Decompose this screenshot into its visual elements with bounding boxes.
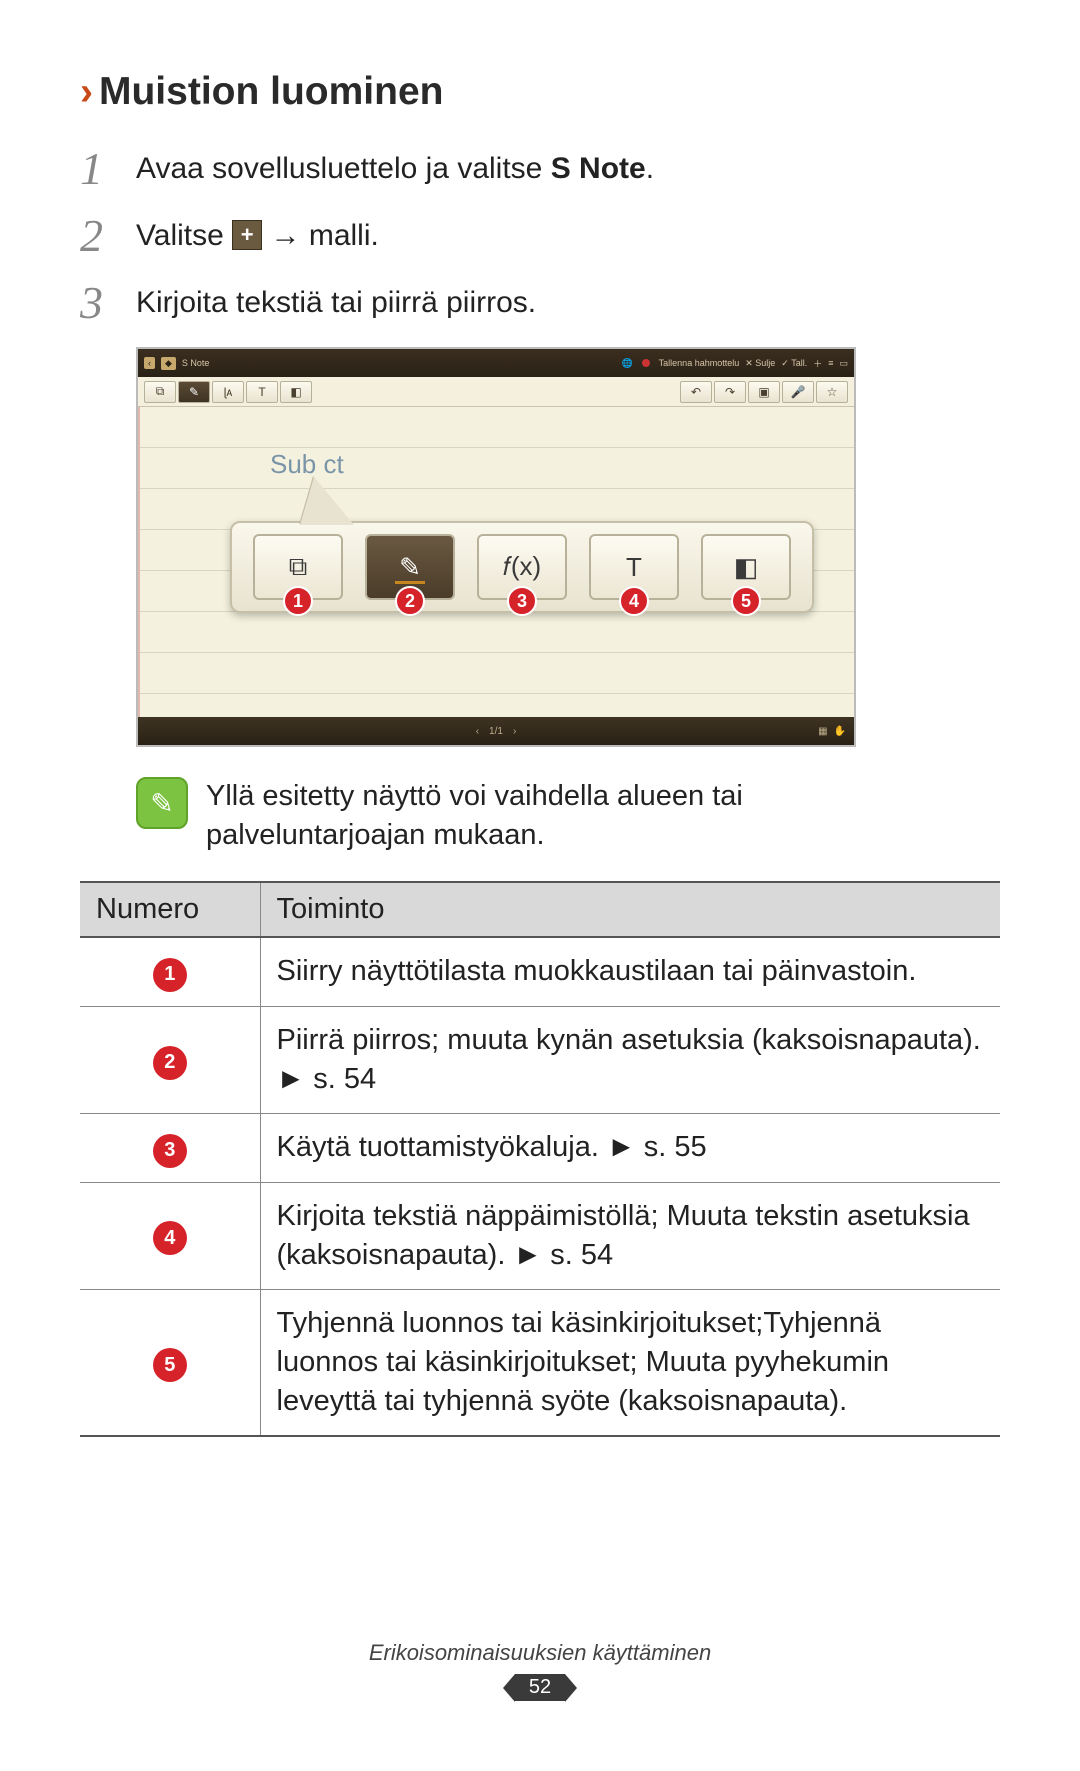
close-button[interactable]: ✕ Sulje <box>745 358 775 369</box>
next-page-icon[interactable]: › <box>513 726 516 737</box>
step-2: 2 Valitse + → malli. <box>80 209 1000 262</box>
pen-underline <box>395 581 425 584</box>
view-mode-icon[interactable]: ⧉ <box>144 381 176 403</box>
pager-label: 1/1 <box>489 726 503 737</box>
callout-1: 1 <box>283 586 313 616</box>
text-icon: T <box>626 552 642 583</box>
pen-button[interactable]: ✎ 2 <box>365 534 455 600</box>
app-bottombar: ‹ 1/1 › ▦ ✋ <box>138 717 854 745</box>
app-toolbar: ⧉ ✎ ɭᴀ T ◧ ↶ ↷ ▣ 🎤 ☆ <box>138 377 854 407</box>
mic-icon[interactable]: 🎤 <box>782 381 814 403</box>
window-icon[interactable]: ▭ <box>839 358 848 369</box>
star-icon[interactable]: ☆ <box>816 381 848 403</box>
row-badge: 3 <box>153 1134 187 1168</box>
app-name: S Note <box>182 358 210 368</box>
image-icon[interactable]: ▣ <box>748 381 780 403</box>
row-text: Kirjoita tekstiä näppäimistöllä; Muuta t… <box>260 1182 1000 1289</box>
globe-icon[interactable]: 🌐 <box>621 358 632 369</box>
subject-placeholder: Sub ct <box>270 449 344 480</box>
step-number: 2 <box>80 209 136 262</box>
row-text: Piirrä piirros; muuta kynän asetuksia (k… <box>260 1006 1000 1113</box>
th-number: Numero <box>80 882 260 937</box>
menu-icon[interactable]: ≡ <box>828 358 833 368</box>
tool-popout: ⧉ 1 ✎ 2 𝑓(x) 3 T 4 ◧ 5 <box>230 521 814 613</box>
formula-button[interactable]: 𝑓(x) 3 <box>477 534 567 600</box>
step-3: 3 Kirjoita tekstiä tai piirrä piirros. <box>80 276 1000 329</box>
back-icon[interactable]: ‹ <box>144 357 155 369</box>
step-number: 3 <box>80 276 136 329</box>
text-tool-icon[interactable]: T <box>246 381 278 403</box>
pen-icon: ✎ <box>399 552 421 583</box>
callout-5: 5 <box>731 586 761 616</box>
app-icon: ◆ <box>161 357 176 370</box>
table-row: 2 Piirrä piirros; muuta kynän asetuksia … <box>80 1006 1000 1113</box>
step-text: Kirjoita tekstiä tai piirrä piirros. <box>136 283 536 322</box>
step-text: Avaa sovellusluettelo ja valitse S Note. <box>136 149 654 188</box>
footer-section: Erikoisominaisuuksien käyttäminen <box>0 1640 1080 1666</box>
pen-tool-icon[interactable]: ✎ <box>178 381 210 403</box>
app-titlebar: ‹ ◆ S Note 🌐 Tallenna hahmottelu ✕ Sulje… <box>138 349 854 377</box>
note-text: Yllä esitetty näyttö voi vaihdella aluee… <box>206 777 886 855</box>
step-1: 1 Avaa sovellusluettelo ja valitse S Not… <box>80 142 1000 195</box>
record-icon[interactable] <box>642 359 650 367</box>
row-text: Tyhjennä luonnos tai käsinkirjoitukset;T… <box>260 1289 1000 1436</box>
section-heading: ›Muistion luominen <box>80 70 1000 114</box>
table-row: 4 Kirjoita tekstiä näppäimistöllä; Muuta… <box>80 1182 1000 1289</box>
step-text: Valitse + → malli. <box>136 216 379 255</box>
table-row: 1 Siirry näyttötilasta muokkaustilaan ta… <box>80 937 1000 1006</box>
formula-icon: 𝑓(x) <box>503 551 541 583</box>
callout-4: 4 <box>619 586 649 616</box>
row-text: Käytä tuottamistyökaluja. ► s. 55 <box>260 1114 1000 1183</box>
undo-icon[interactable]: ↶ <box>680 381 712 403</box>
callout-2: 2 <box>395 586 425 616</box>
chevron-icon: › <box>80 70 93 113</box>
table-row: 5 Tyhjennä luonnos tai käsinkirjoitukset… <box>80 1289 1000 1436</box>
row-badge: 2 <box>153 1046 187 1080</box>
info-note: ✎ Yllä esitetty näyttö voi vaihdella alu… <box>136 777 1000 855</box>
redo-icon[interactable]: ↷ <box>714 381 746 403</box>
page-number: 52 <box>515 1674 565 1701</box>
row-badge: 4 <box>153 1221 187 1255</box>
eraser-tool-icon[interactable]: ◧ <box>280 381 312 403</box>
note-canvas[interactable]: Sub ct ⧉ 1 ✎ 2 𝑓(x) 3 T 4 <box>138 407 854 717</box>
page-footer: Erikoisominaisuuksien käyttäminen 52 <box>0 1640 1080 1701</box>
row-text: Siirry näyttötilasta muokkaustilaan tai … <box>260 937 1000 1006</box>
prev-page-icon[interactable]: ‹ <box>476 726 479 737</box>
app-screenshot: ‹ ◆ S Note 🌐 Tallenna hahmottelu ✕ Sulje… <box>136 347 856 747</box>
callout-3: 3 <box>507 586 537 616</box>
save-button[interactable]: ✓ Tall. <box>781 358 807 369</box>
viewmode-button[interactable]: ⧉ 1 <box>253 534 343 600</box>
eraser-button[interactable]: ◧ 5 <box>701 534 791 600</box>
table-row: 3 Käytä tuottamistyökaluja. ► s. 55 <box>80 1114 1000 1183</box>
row-badge: 5 <box>153 1348 187 1382</box>
hand-icon[interactable]: ✋ <box>834 726 846 737</box>
th-function: Toiminto <box>260 882 1000 937</box>
heading-text: Muistion luominen <box>99 70 443 113</box>
text-button[interactable]: T 4 <box>589 534 679 600</box>
note-icon: ✎ <box>136 777 188 829</box>
plus-icon: + <box>232 220 262 250</box>
row-badge: 1 <box>153 958 187 992</box>
eraser-icon: ◧ <box>734 552 759 583</box>
viewmode-icon: ⧉ <box>289 551 308 583</box>
add-icon[interactable]: ＋ <box>813 357 822 370</box>
function-table: Numero Toiminto 1 Siirry näyttötilasta m… <box>80 881 1000 1437</box>
add-page-icon[interactable]: ▦ <box>818 726 827 737</box>
handwriting-icon[interactable]: ɭᴀ <box>212 381 244 403</box>
record-label[interactable]: Tallenna hahmottelu <box>659 358 740 368</box>
step-number: 1 <box>80 142 136 195</box>
